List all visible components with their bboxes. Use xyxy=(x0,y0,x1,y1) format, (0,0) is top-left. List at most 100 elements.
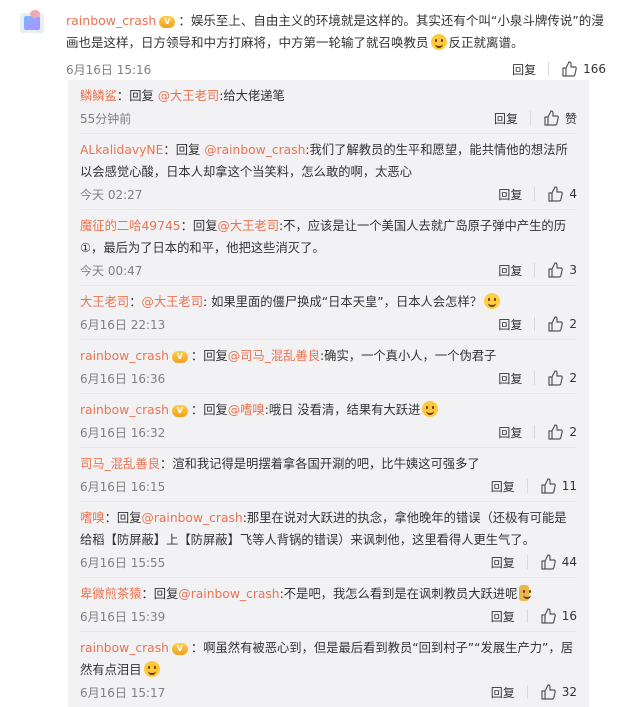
like-button[interactable]: 32 xyxy=(540,684,577,700)
reply-item: 司马_混乱善良：渲和我记得是明摆着拿各国开涮的吧，比牛姨这可强多了 6月16日 1… xyxy=(80,448,577,502)
reply-text: ALkalidavyNE：回复 @rainbow_crash:我们了解教员的生平… xyxy=(80,143,568,179)
thumbs-up-icon xyxy=(548,262,564,278)
user-link[interactable]: 卑微煎茶猿 xyxy=(80,587,142,601)
reply-button[interactable]: 回复 xyxy=(491,478,515,495)
reply-button[interactable]: 回复 xyxy=(498,262,522,279)
comment-meta: 今天 00:47 回复 3 xyxy=(80,259,577,285)
thumbs-up-icon xyxy=(541,478,556,494)
like-button[interactable]: 16 xyxy=(540,608,577,624)
divider xyxy=(548,62,550,76)
like-count: 4 xyxy=(569,187,577,201)
thumbs-up-icon xyxy=(548,186,564,202)
mention-link[interactable]: @大王老司 xyxy=(218,219,280,233)
mention-link[interactable]: @大王老司 xyxy=(158,89,220,103)
reply-button[interactable]: 回复 xyxy=(498,424,522,441)
divider xyxy=(534,263,536,277)
like-count: 32 xyxy=(561,685,577,699)
reply-button[interactable]: 回复 xyxy=(491,608,515,625)
mention-link[interactable]: @rainbow_crash xyxy=(204,143,305,157)
reply-text: 嗜嗅：回复@rainbow_crash:那里在说对大跃进的执念，拿他晚年的错误（… xyxy=(80,511,567,547)
like-count: 2 xyxy=(569,371,577,385)
reply-button[interactable]: 回复 xyxy=(494,110,518,127)
timestamp: 6月16日 15:16 xyxy=(66,62,152,77)
user-link[interactable]: 嗜嗅 xyxy=(80,511,105,525)
user-link[interactable]: 司马_混乱善良 xyxy=(80,457,160,471)
reply-item: rainbow_crash V ：啊虽然有被恶心到，但是最后看到教员“回到村子”“发… xyxy=(80,632,577,707)
reply-text: 大王老司：@大王老司: 如果里面的僵尸换成“日本天皇”，日本人会怎样？ xyxy=(80,291,577,313)
like-button[interactable]: 3 xyxy=(547,262,577,278)
like-button[interactable]: 2 xyxy=(547,424,577,440)
mention-link[interactable]: @嗜嗅 xyxy=(228,403,265,417)
divider xyxy=(534,187,536,201)
like-count: 166 xyxy=(583,62,606,76)
comment-thread: rainbow_crash V ：娱乐至上、自由主义的环境就是这样的。其实还有个叫“… xyxy=(0,0,622,707)
mention-link[interactable]: @司马_混乱善良 xyxy=(228,349,320,363)
reply-button[interactable]: 回复 xyxy=(512,61,536,78)
emoji-icon xyxy=(430,34,447,50)
reply-item: 嗜嗅：回复@rainbow_crash:那里在说对大跃进的执念，拿他晚年的错误（… xyxy=(80,502,577,578)
user-link[interactable]: rainbow_crash xyxy=(80,403,169,417)
vip-badge-icon: V xyxy=(171,350,188,363)
thumbs-up-icon xyxy=(548,316,564,332)
timestamp: 6月16日 16:36 xyxy=(80,371,166,386)
timestamp: 55分钟前 xyxy=(80,111,132,126)
mention-link[interactable]: @rainbow_crash xyxy=(178,587,279,601)
divider xyxy=(526,685,528,699)
thumbs-up-icon xyxy=(562,61,577,77)
comment-meta: 6月16日 15:55 回复 44 xyxy=(80,551,577,577)
reply-button[interactable]: 回复 xyxy=(491,684,515,701)
reply-button[interactable]: 回复 xyxy=(491,554,515,571)
like-button[interactable]: 2 xyxy=(547,316,577,332)
timestamp: 6月16日 22:13 xyxy=(80,317,166,332)
divider xyxy=(534,371,536,385)
like-button[interactable]: 4 xyxy=(547,186,577,202)
like-button[interactable]: 11 xyxy=(540,478,577,494)
reply-text: 司马_混乱善良：渲和我记得是明摆着拿各国开涮的吧，比牛姨这可强多了 xyxy=(80,457,480,471)
user-link[interactable]: rainbow_crash xyxy=(80,349,169,363)
timestamp: 6月16日 15:17 xyxy=(80,685,166,700)
divider xyxy=(534,317,536,331)
emoji-icon xyxy=(484,293,501,309)
reply-item: 卑微煎茶猿：回复@rainbow_crash:不是吧，我怎么看到是在讽刺教员大跃… xyxy=(80,578,577,632)
reply-item: rainbow_crash V ：回复@司马_混乱善良:确实，一个真小人，一个伪君子… xyxy=(80,340,577,394)
reply-item: 魔征的二哈49745：回复@大王老司:不，应该是让一个美国人去就广岛原子弹中产生… xyxy=(80,210,577,286)
reply-button[interactable]: 回复 xyxy=(498,316,522,333)
reply-text: rainbow_crash V ：啊虽然有被恶心到，但是最后看到教员“回到村子”“发… xyxy=(80,641,573,677)
like-count: 16 xyxy=(561,609,577,623)
like-count: 赞 xyxy=(564,111,577,126)
thumbs-up-icon xyxy=(544,110,559,126)
divider xyxy=(534,425,536,439)
reply-item: rainbow_crash V ：回复@嗜嗅:哦日 没看清，结果有大跃进 6月16日 … xyxy=(80,394,577,448)
like-button[interactable]: 2 xyxy=(547,370,577,386)
main-comment: rainbow_crash V ：娱乐至上、自由主义的环境就是这样的。其实还有个叫“… xyxy=(0,0,622,82)
avatar[interactable] xyxy=(20,10,50,40)
timestamp: 6月16日 16:15 xyxy=(80,479,166,494)
like-button[interactable]: 44 xyxy=(540,554,577,570)
user-link[interactable]: rainbow_crash xyxy=(66,13,156,28)
user-link[interactable]: ALkalidavyNE xyxy=(80,143,163,157)
like-button[interactable]: 166 xyxy=(561,61,606,77)
reply-list: 鳞鳞鲨：回复 @大王老司:给大佬递笔 55分钟前 回复赞 ALkalidavyNE：回… xyxy=(68,80,589,707)
emoji-icon xyxy=(519,585,532,601)
thumbs-up-icon xyxy=(548,370,564,386)
thumbs-up-icon xyxy=(541,554,556,570)
like-count: 11 xyxy=(561,479,577,493)
user-link[interactable]: 大王老司 xyxy=(80,295,129,309)
reply-button[interactable]: 回复 xyxy=(498,186,522,203)
user-link[interactable]: rainbow_crash xyxy=(80,641,169,655)
reply-text: rainbow_crash V ：回复@司马_混乱善良:确实，一个真小人，一个伪君子 xyxy=(80,349,497,363)
thumbs-up-icon xyxy=(548,424,564,440)
vip-badge-icon: V xyxy=(171,404,188,417)
comment-meta: 今天 02:27 回复 4 xyxy=(80,183,577,209)
like-button[interactable]: 赞 xyxy=(543,110,577,127)
like-count: 3 xyxy=(569,263,577,277)
mention-link[interactable]: @rainbow_crash xyxy=(142,511,243,525)
thumbs-up-icon xyxy=(541,608,556,624)
mention-link[interactable]: @大王老司 xyxy=(142,295,204,309)
user-link[interactable]: 鳞鳞鲨 xyxy=(80,89,117,103)
vip-badge-icon: V xyxy=(171,642,188,655)
user-link[interactable]: 魔征的二哈49745 xyxy=(80,219,181,233)
comment-meta: 6月16日 15:17 回复 32 xyxy=(80,681,577,707)
reply-button[interactable]: 回复 xyxy=(498,370,522,387)
timestamp: 6月16日 16:32 xyxy=(80,425,166,440)
